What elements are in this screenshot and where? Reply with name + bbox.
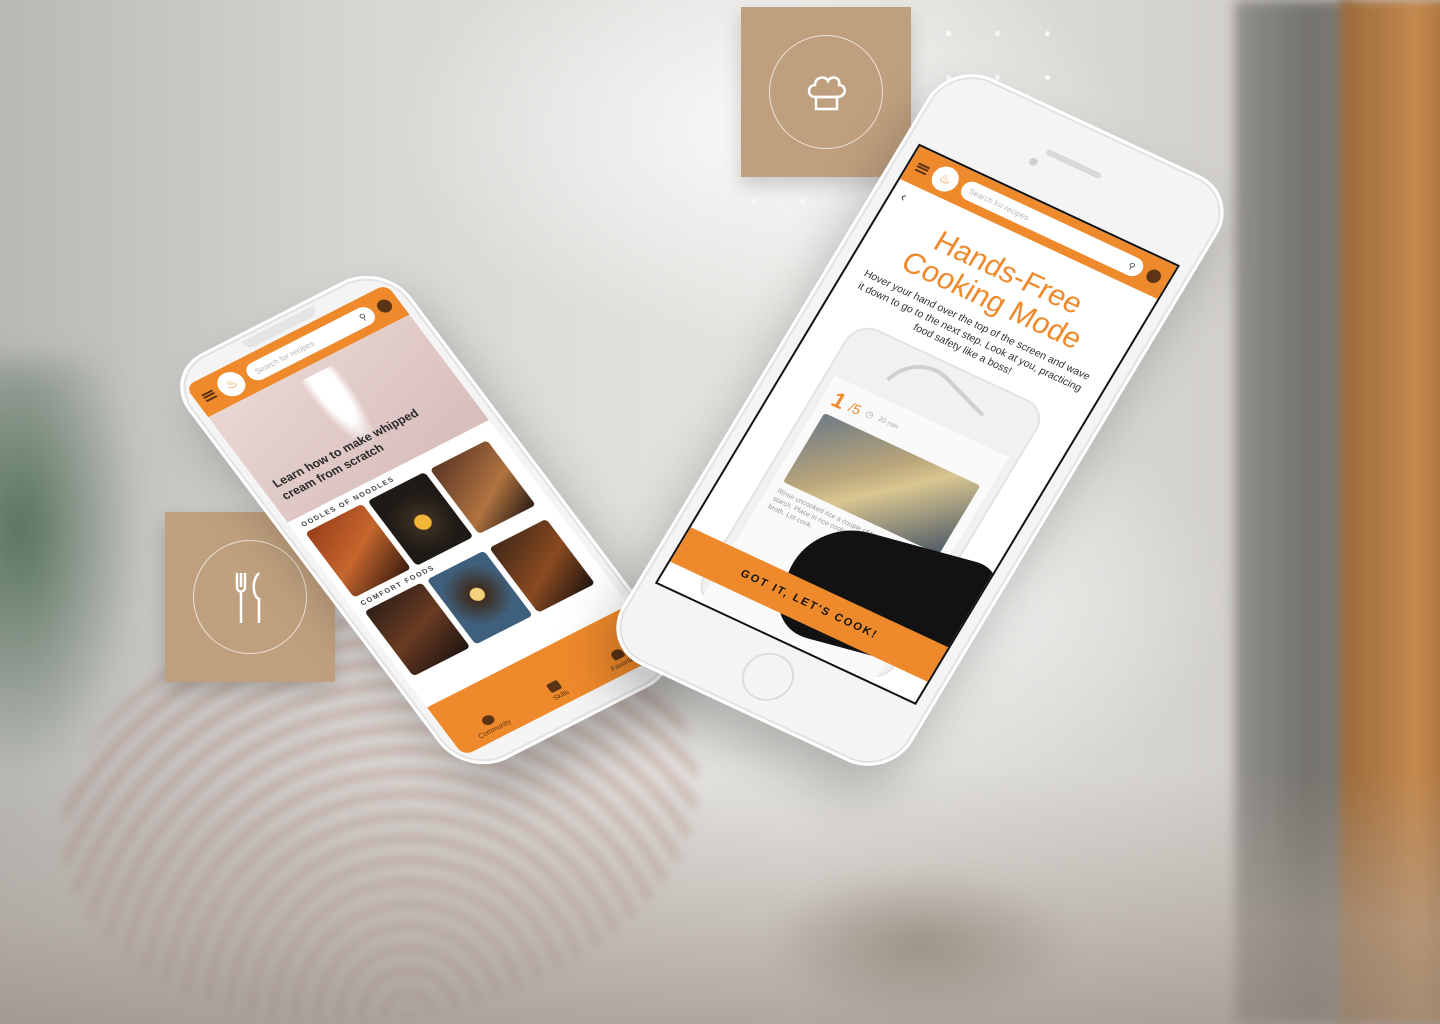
phone-speaker: [1045, 148, 1103, 180]
user-account-icon[interactable]: [1143, 267, 1164, 286]
hamburger-menu-icon[interactable]: [200, 389, 218, 402]
fork-knife-icon: [235, 572, 261, 623]
user-account-icon[interactable]: [374, 297, 396, 315]
phone-home-button: [732, 644, 804, 709]
chef-hat-icon: [807, 76, 846, 111]
chef-badge: [741, 7, 911, 177]
background-pot: [760, 870, 1080, 1020]
step-duration: 20 min: [876, 415, 900, 431]
phone-camera: [1027, 156, 1040, 167]
nav-skills[interactable]: Skills: [544, 679, 571, 702]
background-floor: [0, 770, 1440, 1024]
app-logo[interactable]: ♨: [211, 367, 251, 401]
badge-ring: [769, 35, 883, 149]
app-logo[interactable]: ♨: [926, 162, 964, 196]
background-scene: ♨ Search for recipes ⚲ Learn how to make…: [0, 0, 1440, 1024]
cooking-mode-screen: ♨ Search for recipes ⚲ ‹ Hands-Free Cook…: [654, 143, 1180, 705]
phone-cooking-mode: ♨ Search for recipes ⚲ ‹ Hands-Free Cook…: [598, 59, 1242, 781]
badge-ring: [193, 540, 307, 654]
nav-community[interactable]: Community: [469, 708, 513, 740]
search-icon[interactable]: ⚲: [1126, 260, 1137, 272]
clock-icon: ◷: [863, 408, 877, 421]
step-total: /5: [845, 398, 865, 418]
search-icon[interactable]: ⚲: [357, 311, 370, 323]
hamburger-menu-icon[interactable]: [914, 162, 931, 175]
